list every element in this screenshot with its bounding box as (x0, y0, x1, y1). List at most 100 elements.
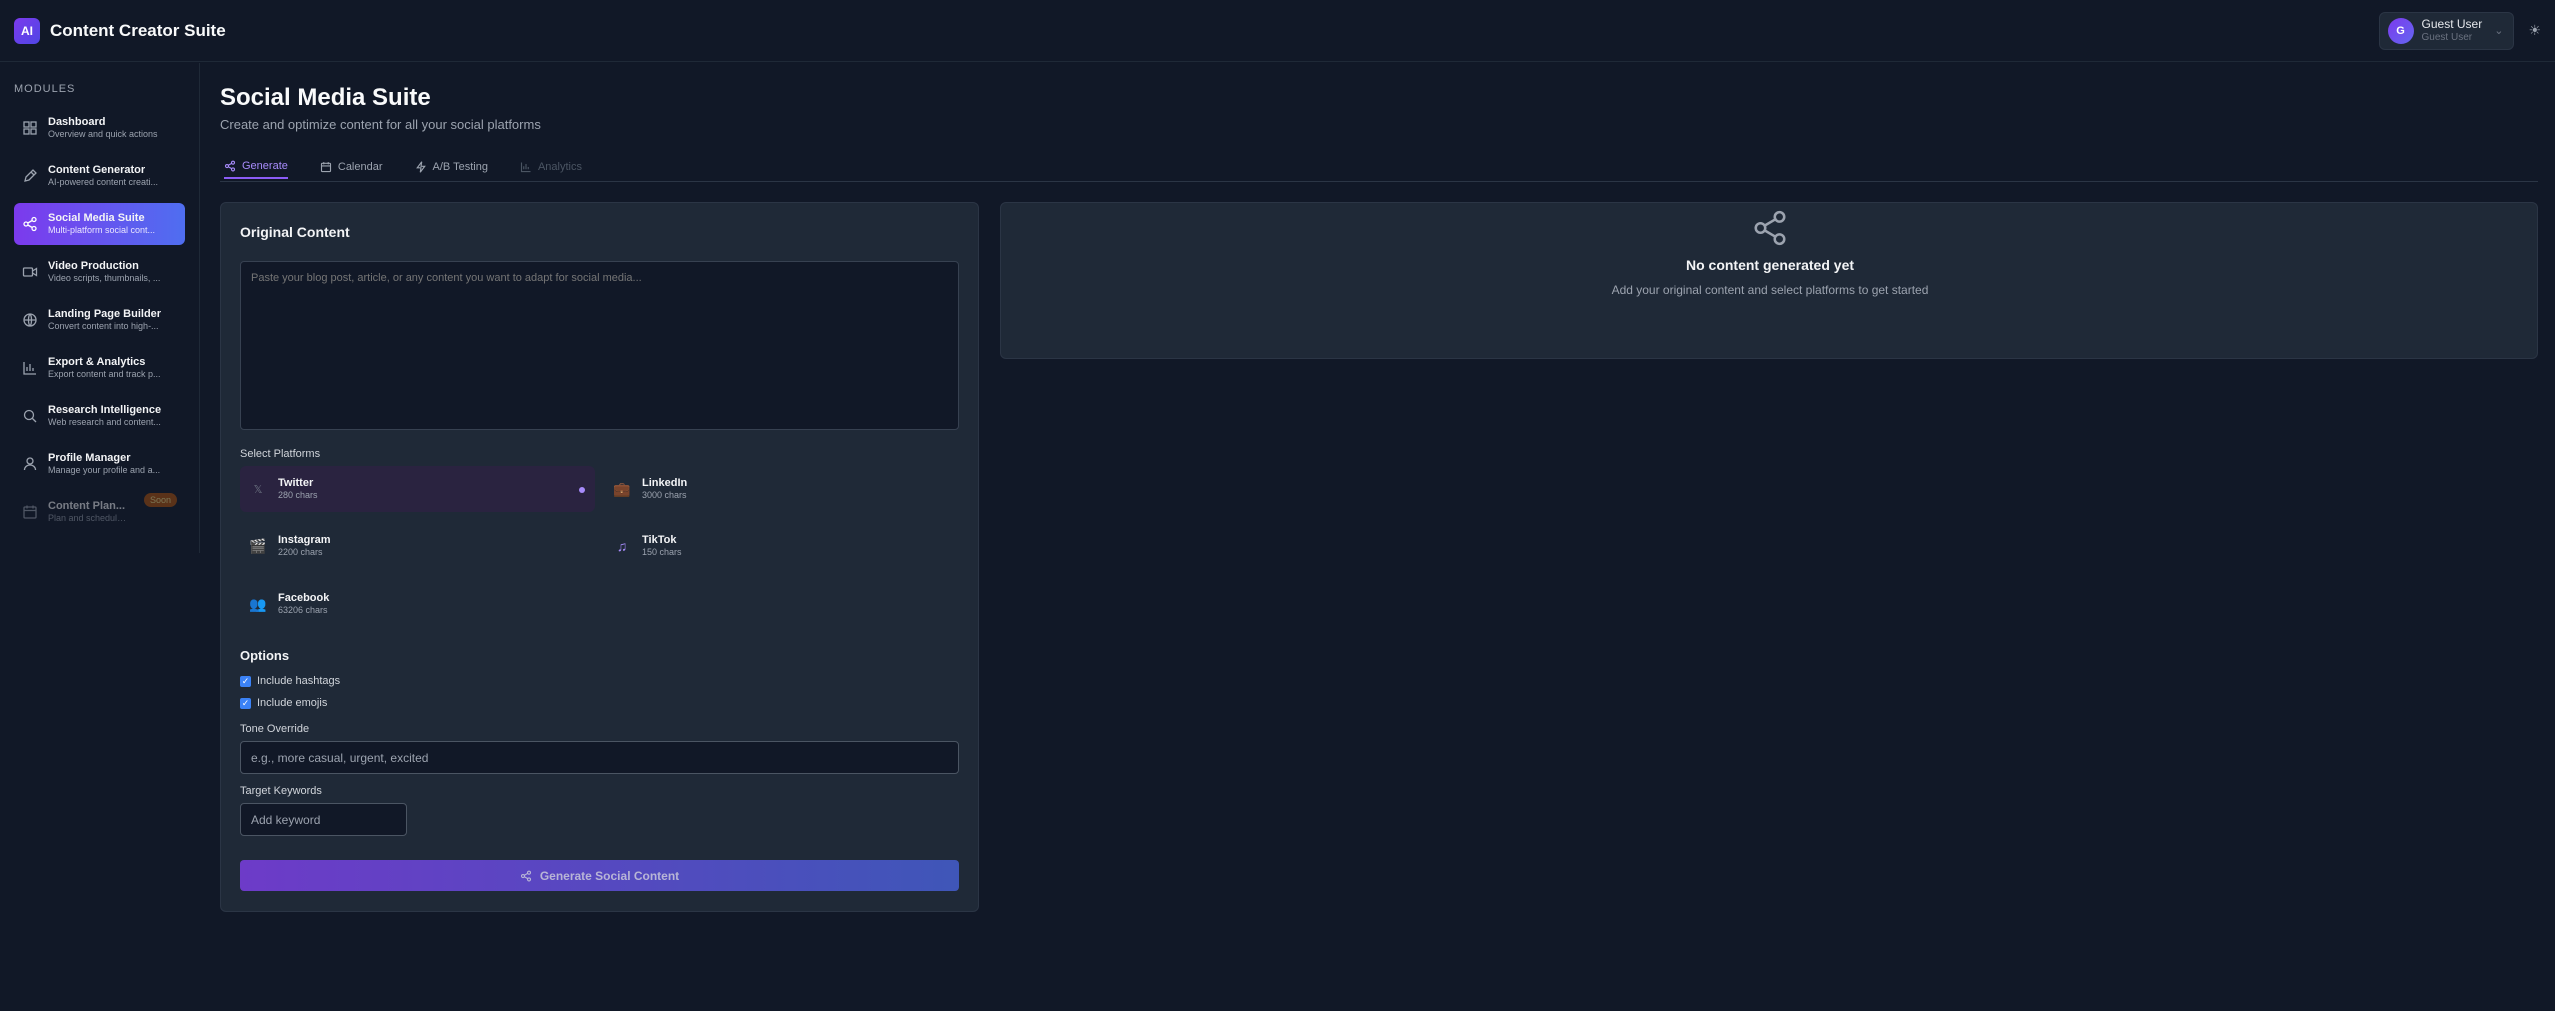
page-subtitle: Create and optimize content for all your… (220, 117, 541, 132)
platform-char-limit: 63206 chars (278, 605, 328, 616)
music-note-icon: ♫ (616, 538, 628, 554)
platform-facebook[interactable]: 👥 Facebook 63206 chars (240, 581, 595, 627)
sidebar-item-profile-manager[interactable]: Profile Manager Manage your profile and a… (14, 443, 185, 485)
avatar: G (2387, 17, 2414, 44)
include-emojis-checkbox[interactable]: ✓ Include emojis (240, 697, 327, 709)
app-logo: AI (14, 17, 40, 44)
tab-bar: Generate Calendar A/B Testing Analytics (220, 155, 2538, 182)
share-icon (224, 160, 236, 172)
platform-name: TikTok (642, 534, 677, 546)
sidebar: MODULES Dashboard Overview and quick acti… (0, 63, 200, 553)
sidebar-item-dashboard[interactable]: Dashboard Overview and quick actions (14, 107, 185, 149)
sidebar-item-desc: Video scripts, thumbnails, ... (48, 273, 161, 284)
sidebar-item-desc: AI-powered content creati... (48, 177, 159, 188)
video-icon (22, 267, 38, 277)
calendar-icon (23, 505, 37, 519)
keyword-input[interactable]: Add keyword (240, 803, 407, 836)
sidebar-item-desc: Web research and content... (48, 417, 161, 428)
page-title: Social Media Suite (220, 84, 431, 111)
sidebar-heading: MODULES (14, 83, 76, 95)
brand[interactable]: AI Content Creator Suite (14, 17, 226, 44)
sidebar-item-research-intelligence[interactable]: Research Intelligence Web research and co… (14, 395, 185, 437)
sidebar-item-landing-page-builder[interactable]: Landing Page Builder Convert content into… (14, 299, 185, 341)
globe-icon (23, 313, 37, 327)
sidebar-item-video-production[interactable]: Video Production Video scripts, thumbnail… (14, 251, 185, 293)
tab-label: Analytics (537, 161, 582, 173)
sidebar-item-title: Landing Page Builder (48, 307, 162, 320)
sidebar-item-title: Export & Analytics (48, 355, 146, 368)
original-content-textarea[interactable] (240, 261, 959, 430)
zap-icon (415, 161, 426, 173)
include-hashtags-checkbox[interactable]: ✓ Include hashtags (240, 675, 340, 687)
grid-icon (23, 121, 37, 135)
sun-icon[interactable]: ☀ (2528, 22, 2541, 39)
platform-char-limit: 3000 chars (642, 490, 687, 501)
options-title: Options (240, 648, 290, 663)
tab-calendar[interactable]: Calendar (320, 155, 383, 179)
platform-twitter[interactable]: 𝕏 Twitter 280 chars (240, 466, 595, 512)
sidebar-item-title: Profile Manager (48, 451, 131, 464)
platform-char-limit: 150 chars (642, 547, 682, 558)
platform-tiktok[interactable]: ♫ TikTok 150 chars (604, 523, 959, 569)
tab-ab-testing[interactable]: A/B Testing (415, 155, 488, 179)
generate-social-content-button[interactable]: Generate Social Content (240, 860, 959, 891)
user-icon (23, 457, 37, 471)
sidebar-item-desc: Overview and quick actions (48, 129, 158, 140)
share-icon (520, 870, 531, 881)
sidebar-item-desc: Manage your profile and a... (48, 465, 161, 476)
briefcase-icon: 💼 (613, 480, 631, 497)
original-content-title: Original Content (240, 224, 350, 240)
twitter-icon: 𝕏 (253, 483, 263, 496)
tab-label: Generate (242, 160, 288, 172)
tab-analytics: Analytics (520, 155, 582, 179)
search-icon (23, 409, 37, 423)
platform-name: Facebook (278, 592, 330, 604)
empty-state-title: No content generated yet (1685, 257, 1855, 273)
checkmark-icon: ✓ (240, 697, 251, 709)
app-title: Content Creator Suite (50, 20, 226, 40)
generate-form-card: Original Content Select Platforms 𝕏 Twit… (220, 202, 979, 912)
sidebar-item-desc: Multi-platform social cont... (48, 225, 156, 236)
sidebar-item-social-media-suite[interactable]: Social Media Suite Multi-platform social … (14, 203, 185, 245)
tone-override-input[interactable]: e.g., more casual, urgent, excited (240, 741, 959, 774)
sidebar-item-title: Video Production (48, 259, 139, 272)
select-platforms-label: Select Platforms (240, 448, 321, 460)
selected-indicator (579, 487, 585, 493)
checkmark-icon: ✓ (240, 675, 251, 687)
sidebar-item-title: Dashboard (48, 115, 106, 128)
pen-icon (24, 169, 37, 182)
tone-override-label: Tone Override (240, 723, 310, 735)
chevron-down-icon: ⌄ (2494, 25, 2504, 37)
bar-chart-icon (23, 362, 36, 375)
top-bar: AI Content Creator Suite G Guest User Gu… (0, 0, 2555, 62)
sidebar-item-desc: Plan and schedule your co... (48, 513, 130, 524)
calendar-icon (320, 162, 331, 173)
share-icon (23, 216, 37, 232)
platform-instagram[interactable]: 🎬 Instagram 2200 chars (240, 523, 595, 569)
users-icon: 👥 (249, 595, 267, 612)
platform-char-limit: 2200 chars (278, 547, 323, 558)
bar-chart-icon (520, 162, 531, 173)
sidebar-item-title: Social Media Suite (48, 211, 145, 224)
target-keywords-label: Target Keywords (240, 785, 322, 797)
checkbox-label: Include emojis (257, 697, 328, 709)
platform-name: Twitter (278, 477, 314, 489)
empty-state-subtitle: Add your original content and select pla… (1611, 283, 1929, 297)
user-role: Guest User (2421, 31, 2473, 43)
sidebar-item-content-generator[interactable]: Content Generator AI-powered content crea… (14, 155, 185, 197)
user-menu-button[interactable]: G Guest User Guest User ⌄ (2378, 11, 2515, 50)
platform-name: Instagram (278, 534, 331, 546)
sidebar-item-title: Content Plan... (48, 499, 125, 512)
share-icon (1754, 210, 1786, 246)
tab-generate[interactable]: Generate (224, 155, 288, 179)
results-card: No content generated yet Add your origin… (1000, 202, 2538, 359)
checkbox-label: Include hashtags (257, 675, 341, 687)
sidebar-item-title: Content Generator (48, 163, 146, 176)
sidebar-item-desc: Convert content into high-... (48, 321, 159, 332)
clapperboard-icon: 🎬 (249, 537, 267, 554)
platform-char-limit: 280 chars (278, 490, 318, 501)
platform-linkedin[interactable]: 💼 LinkedIn 3000 chars (604, 466, 959, 512)
soon-badge: Soon (143, 493, 177, 507)
platform-name: LinkedIn (642, 477, 688, 489)
sidebar-item-export-analytics[interactable]: Export & Analytics Export content and tra… (14, 347, 185, 389)
